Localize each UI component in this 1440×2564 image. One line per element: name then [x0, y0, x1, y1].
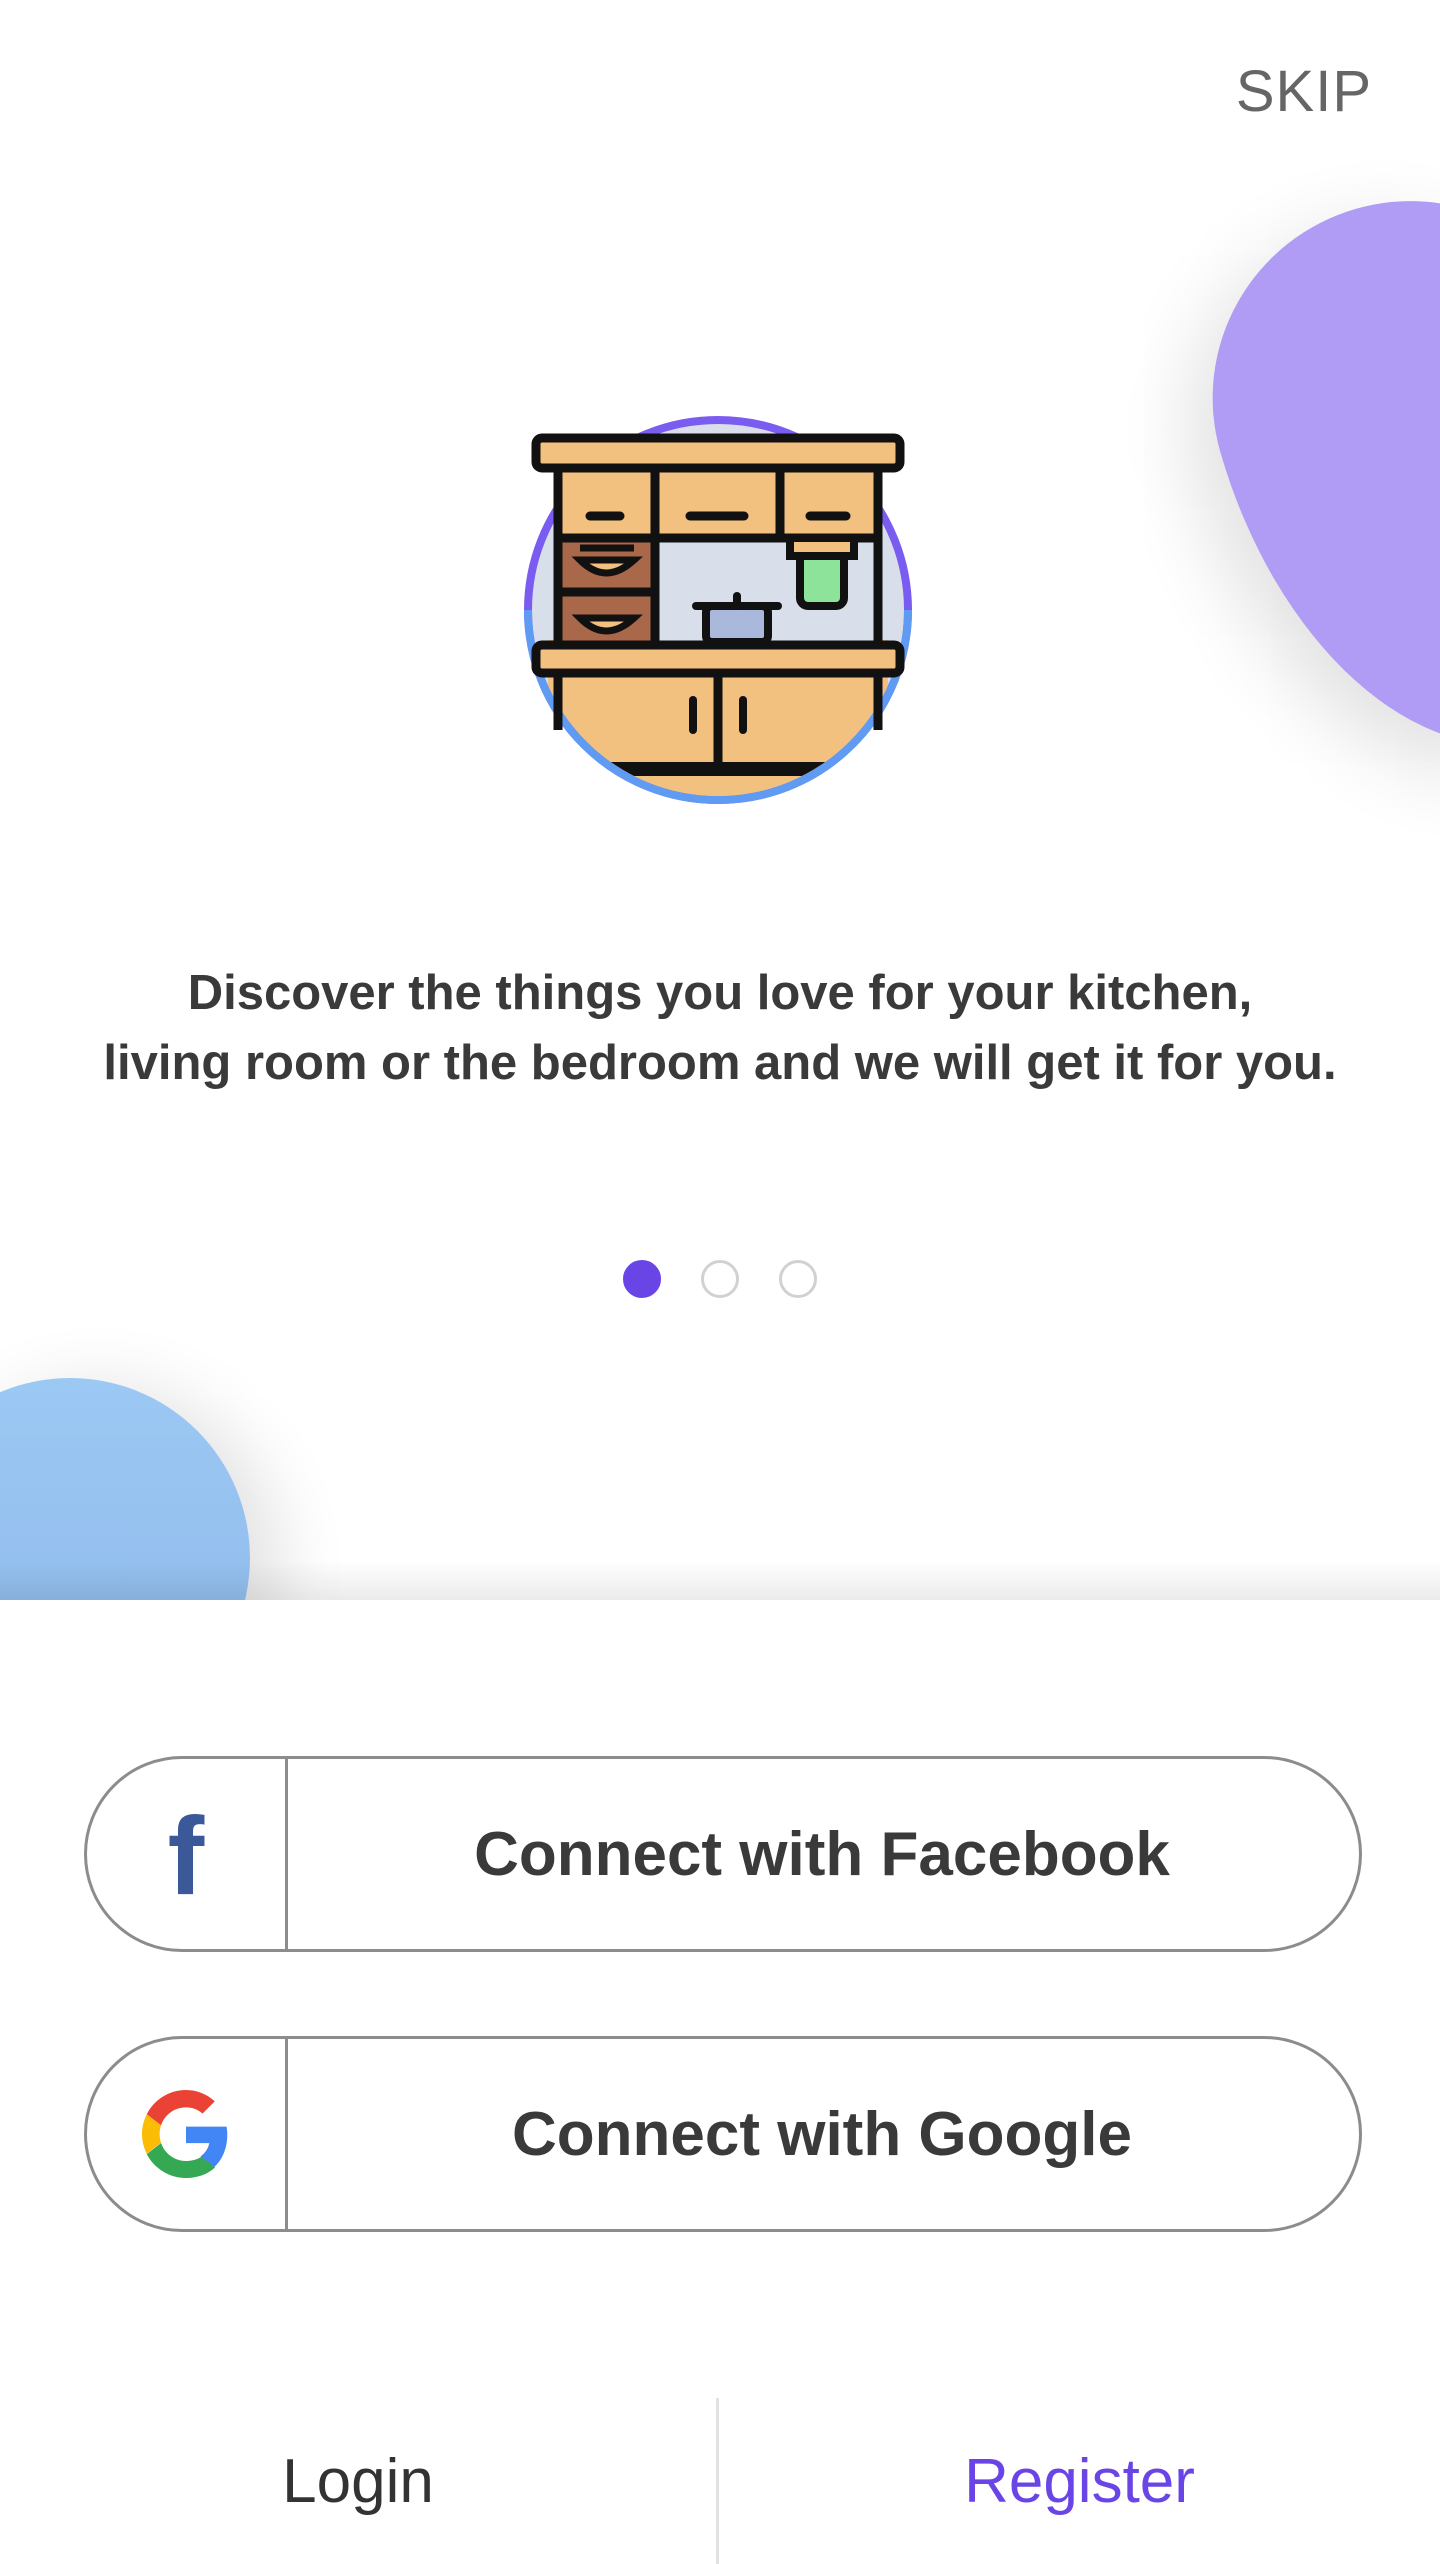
login-tab[interactable]: Login: [0, 2398, 716, 2564]
skip-button[interactable]: SKIP: [1236, 58, 1372, 125]
facebook-icon-cell: f: [87, 1759, 288, 1949]
connect-google-button[interactable]: Connect with Google: [84, 2036, 1362, 2232]
page-dot-1[interactable]: [623, 1260, 661, 1298]
onboarding-panel: SKIP Discover the things you love for yo…: [0, 0, 1440, 1600]
description-line-2: living room or the bedroom and we will g…: [103, 1036, 1337, 1090]
page-dot-2[interactable]: [701, 1260, 739, 1298]
connect-facebook-button[interactable]: f Connect with Facebook: [84, 1756, 1362, 1952]
google-icon-cell: [87, 2039, 288, 2229]
google-icon: [142, 2090, 228, 2178]
page-dot-3[interactable]: [779, 1260, 817, 1298]
facebook-button-label: Connect with Facebook: [474, 1819, 1170, 1889]
description-line-1: Discover the things you love for your ki…: [187, 966, 1253, 1020]
kitchen-cabinet-illustration: [524, 416, 912, 804]
google-button-label: Connect with Google: [512, 2099, 1132, 2169]
page-indicator: [0, 1260, 1440, 1298]
onboarding-description: Discover the things you love for your ki…: [40, 958, 1400, 1098]
register-tab[interactable]: Register: [719, 2398, 1440, 2564]
decorative-purple-blob: [1166, 158, 1440, 802]
panel-divider: [0, 1560, 1440, 1600]
facebook-icon: f: [167, 1795, 205, 1918]
auth-tab-bar: Login Register: [0, 2398, 1440, 2564]
